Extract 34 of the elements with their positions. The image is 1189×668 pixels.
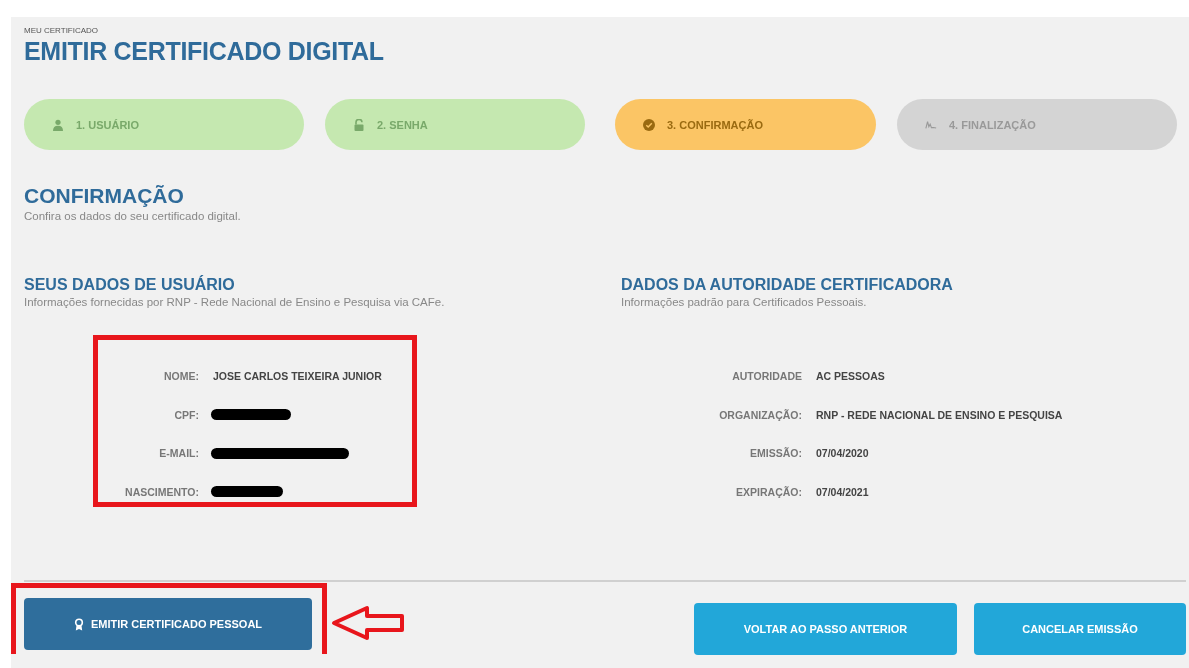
user-data-title: SEUS DADOS DE USUÁRIO: [24, 276, 236, 294]
check-circle-icon: [643, 118, 655, 131]
award-icon: [73, 617, 84, 631]
field-value: JOSE CARLOS TEIXEIRA JUNIOR: [213, 370, 382, 383]
issue-certificate-button[interactable]: EMITIR CERTIFICADO PESSOAL: [24, 598, 312, 650]
field-label: AUTORIDADE: [731, 370, 802, 383]
unlock-icon: [353, 118, 365, 131]
field-value: RNP - REDE NACIONAL DE ENSINO E PESQUISA: [816, 408, 1063, 421]
authority-data-subtitle: Informações padrão para Certificados Pessoais.: [621, 296, 868, 308]
user-icon: [52, 118, 64, 131]
step-label: 4. FINALIZAÇÃO: [949, 118, 1036, 131]
field-value: 07/04/2021: [816, 485, 869, 498]
field-value: AC PESSOAS: [816, 370, 885, 383]
section-title: CONFIRMAÇÃO: [24, 184, 185, 208]
step-label: 3. CONFIRMAÇÃO: [667, 118, 763, 131]
field-label: CPF:: [173, 408, 199, 421]
user-data-subtitle: Informações fornecidas por RNP - Rede Nacional de Ensino e Pesquisa via CAFe.: [24, 296, 446, 308]
signature-icon: [925, 118, 937, 131]
field-label: NOME:: [163, 370, 199, 383]
breadcrumb: MEU CERTIFICADO: [24, 26, 100, 35]
authority-data-title: DADOS DA AUTORIDADE CERTIFICADORA: [621, 276, 954, 294]
action-button[interactable]: CANCELAR EMISSÃO: [974, 603, 1186, 655]
field-label: ORGANIZAÇÃO:: [718, 408, 802, 421]
field-label: NASCIMENTO:: [124, 485, 199, 498]
field-value: 07/04/2020: [816, 447, 869, 460]
section-subtitle: Confira os dados do seu certificado digital.: [24, 210, 242, 222]
step-label: 1. USUÁRIO: [76, 118, 139, 131]
action-button[interactable]: VOLTAR AO PASSO ANTERIOR: [694, 603, 957, 655]
step-label: 2. SENHA: [377, 118, 428, 131]
field-label: EMISSÃO:: [749, 447, 802, 460]
field-label: EXPIRAÇÃO:: [735, 485, 802, 498]
field-label: E-MAIL:: [158, 447, 199, 460]
page-title: EMITIR CERTIFICADO DIGITAL: [24, 37, 385, 66]
arrow-left-icon: [331, 604, 405, 641]
